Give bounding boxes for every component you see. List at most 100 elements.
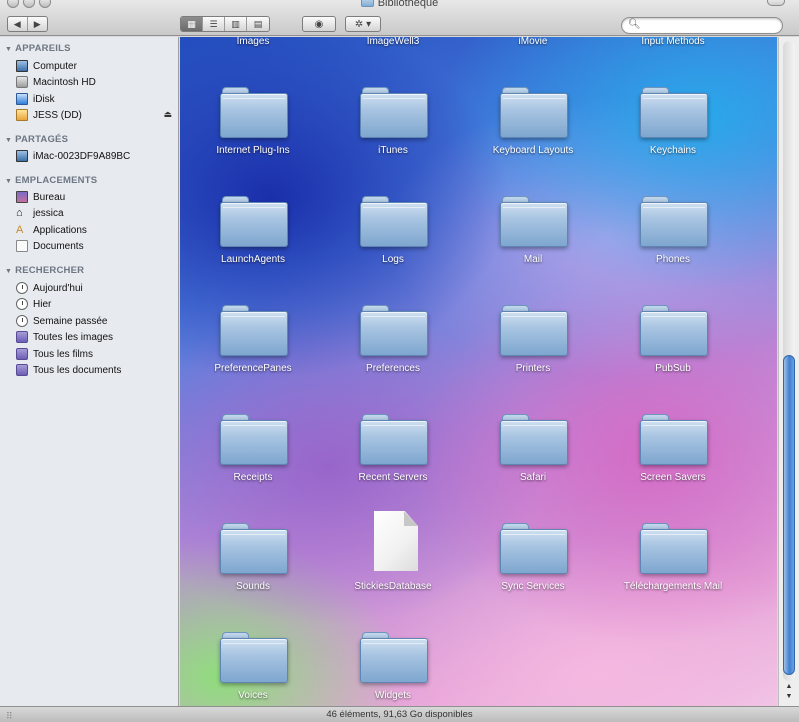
- smart-folder-icon: [16, 364, 28, 376]
- folder-icon: [500, 87, 568, 138]
- file-item-launchagents[interactable]: LaunchAgents: [183, 158, 323, 267]
- sidebar-item-all-documents[interactable]: Tous les documents: [16, 362, 176, 378]
- scroll-down-arrow[interactable]: ▼: [784, 693, 794, 703]
- scroll-thumb[interactable]: [783, 355, 795, 675]
- sidebar-item-applications[interactable]: A Applications: [16, 222, 176, 238]
- file-item-preferences[interactable]: Preferences: [323, 267, 463, 376]
- sidebar-item-jess-dd[interactable]: JESS (DD): [16, 107, 176, 123]
- file-item-voices[interactable]: Voices: [183, 594, 323, 703]
- file-item-itunes[interactable]: iTunes: [323, 49, 463, 158]
- file-item-phones[interactable]: Phones: [603, 158, 743, 267]
- forward-button[interactable]: ▶: [28, 17, 47, 31]
- folder-body: [360, 311, 428, 356]
- file-name: Internet Plug-Ins: [216, 145, 290, 156]
- file-item-input-methods[interactable]: Input Methods: [603, 37, 743, 49]
- eject-icon[interactable]: ⏏: [163, 109, 172, 120]
- sidebar-item-all-movies[interactable]: Tous les films: [16, 346, 176, 362]
- sidebar-item-macintosh-hd[interactable]: Macintosh HD: [16, 74, 176, 90]
- file-item-receipts[interactable]: Receipts: [183, 376, 323, 485]
- sidebar-item-yesterday[interactable]: Hier: [16, 296, 176, 312]
- status-bar: ⠿ 46 éléments, 91,63 Go disponibles: [0, 706, 799, 722]
- file-name: PubSub: [655, 363, 691, 374]
- quick-look-button[interactable]: ◉: [302, 16, 336, 32]
- file-item-imagewell3[interactable]: ImageWell3: [323, 37, 463, 49]
- folder-body: [360, 420, 428, 465]
- gear-icon: ✲ ▾: [354, 18, 372, 30]
- file-name: Images: [236, 37, 270, 47]
- sidebar-item-bureau[interactable]: Bureau: [16, 189, 176, 205]
- sidebar-item-today[interactable]: Aujourd'hui: [16, 280, 176, 296]
- disclosure-triangle-icon: ▼: [5, 268, 13, 275]
- folder-icon: [360, 632, 428, 683]
- folder-body: [220, 202, 288, 247]
- icon-view-button[interactable]: ▦: [181, 17, 203, 31]
- file-name: Input Methods: [641, 37, 705, 47]
- clock-icon: [16, 282, 28, 294]
- section-title: PARTAGÉS: [15, 134, 69, 145]
- sidebar-section-devices[interactable]: ▼ APPAREILS: [5, 43, 71, 54]
- search-field[interactable]: 🔍︎: [621, 17, 783, 34]
- file-name: Phones: [656, 254, 690, 265]
- file-item-safari[interactable]: Safari: [463, 376, 603, 485]
- sidebar-section-search[interactable]: ▼ RECHERCHER: [5, 265, 84, 276]
- file-item-t-l-chargements-mail[interactable]: Téléchargements Mail: [603, 485, 743, 594]
- file-name: Widgets: [374, 690, 412, 701]
- file-item-keyboard-layouts[interactable]: Keyboard Layouts: [463, 49, 603, 158]
- back-button[interactable]: ◀: [8, 17, 28, 31]
- file-item-imovie[interactable]: iMovie: [463, 37, 603, 49]
- file-item-recent-servers[interactable]: Recent Servers: [323, 376, 463, 485]
- sidebar-section-places[interactable]: ▼ EMPLACEMENTS: [5, 175, 97, 186]
- folder-body: [220, 420, 288, 465]
- file-item-sounds[interactable]: Sounds: [183, 485, 323, 594]
- file-name: Keyboard Layouts: [492, 145, 574, 156]
- folder-body: [360, 93, 428, 138]
- folder-icon: [500, 523, 568, 574]
- folder-body: [220, 311, 288, 356]
- smart-folder-icon: [16, 348, 28, 360]
- file-item-images[interactable]: Images: [183, 37, 323, 49]
- sidebar-item-imac[interactable]: iMac-0023DF9A89BC: [16, 148, 176, 164]
- sidebar-item-past-week[interactable]: Semaine passée: [16, 313, 176, 329]
- file-item-stickiesdatabase[interactable]: StickiesDatabase: [323, 485, 463, 594]
- file-name: iMovie: [518, 37, 548, 47]
- eye-icon: ◉: [314, 18, 324, 30]
- scroll-up-arrow[interactable]: ▲: [784, 683, 794, 693]
- folder-icon: [360, 305, 428, 356]
- sidebar-item-label: Macintosh HD: [33, 76, 96, 88]
- file-item-pubsub[interactable]: PubSub: [603, 267, 743, 376]
- file-name: iTunes: [378, 145, 408, 156]
- column-view-button[interactable]: ▥: [225, 17, 247, 31]
- file-item-screen-savers[interactable]: Screen Savers: [603, 376, 743, 485]
- file-item-logs[interactable]: Logs: [323, 158, 463, 267]
- file-item-preferencepanes[interactable]: PreferencePanes: [183, 267, 323, 376]
- list-view-button[interactable]: ☰: [203, 17, 225, 31]
- coverflow-view-button[interactable]: ▤: [247, 17, 269, 31]
- sidebar-item-idisk[interactable]: iDisk: [16, 91, 176, 107]
- folder-icon: [500, 305, 568, 356]
- sidebar-item-label: Hier: [33, 298, 52, 310]
- file-item-printers[interactable]: Printers: [463, 267, 603, 376]
- action-menu-button[interactable]: ✲ ▾: [345, 16, 381, 32]
- toolbar-toggle-button[interactable]: [767, 0, 785, 6]
- file-item-mail[interactable]: Mail: [463, 158, 603, 267]
- resize-grip-icon: ⠿: [6, 711, 13, 721]
- sidebar-item-jessica[interactable]: ⌂ jessica: [16, 205, 176, 221]
- search-input[interactable]: [642, 19, 778, 32]
- file-item-keychains[interactable]: Keychains: [603, 49, 743, 158]
- sidebar-item-label: iMac-0023DF9A89BC: [33, 150, 131, 162]
- sidebar-item-all-images[interactable]: Toutes les images: [16, 329, 176, 345]
- folder-icon: [220, 196, 288, 247]
- file-item-widgets[interactable]: Widgets: [323, 594, 463, 703]
- folder-icon: [220, 414, 288, 465]
- file-item-internet-plug-ins[interactable]: Internet Plug-Ins: [183, 49, 323, 158]
- sidebar: ▼ APPAREILS Computer Macintosh HD iDisk J…: [0, 37, 179, 706]
- folder-icon: [640, 87, 708, 138]
- file-item-sync-services[interactable]: Sync Services: [463, 485, 603, 594]
- sidebar-item-label: Toutes les images: [33, 331, 114, 343]
- sidebar-item-computer[interactable]: Computer: [16, 58, 176, 74]
- sidebar-item-label: Tous les films: [33, 348, 94, 360]
- sidebar-item-label: iDisk: [33, 93, 55, 105]
- sidebar-item-documents[interactable]: Documents: [16, 238, 176, 254]
- sidebar-section-shared[interactable]: ▼ PARTAGÉS: [5, 134, 68, 145]
- vertical-scrollbar[interactable]: ▲ ▼: [778, 37, 799, 706]
